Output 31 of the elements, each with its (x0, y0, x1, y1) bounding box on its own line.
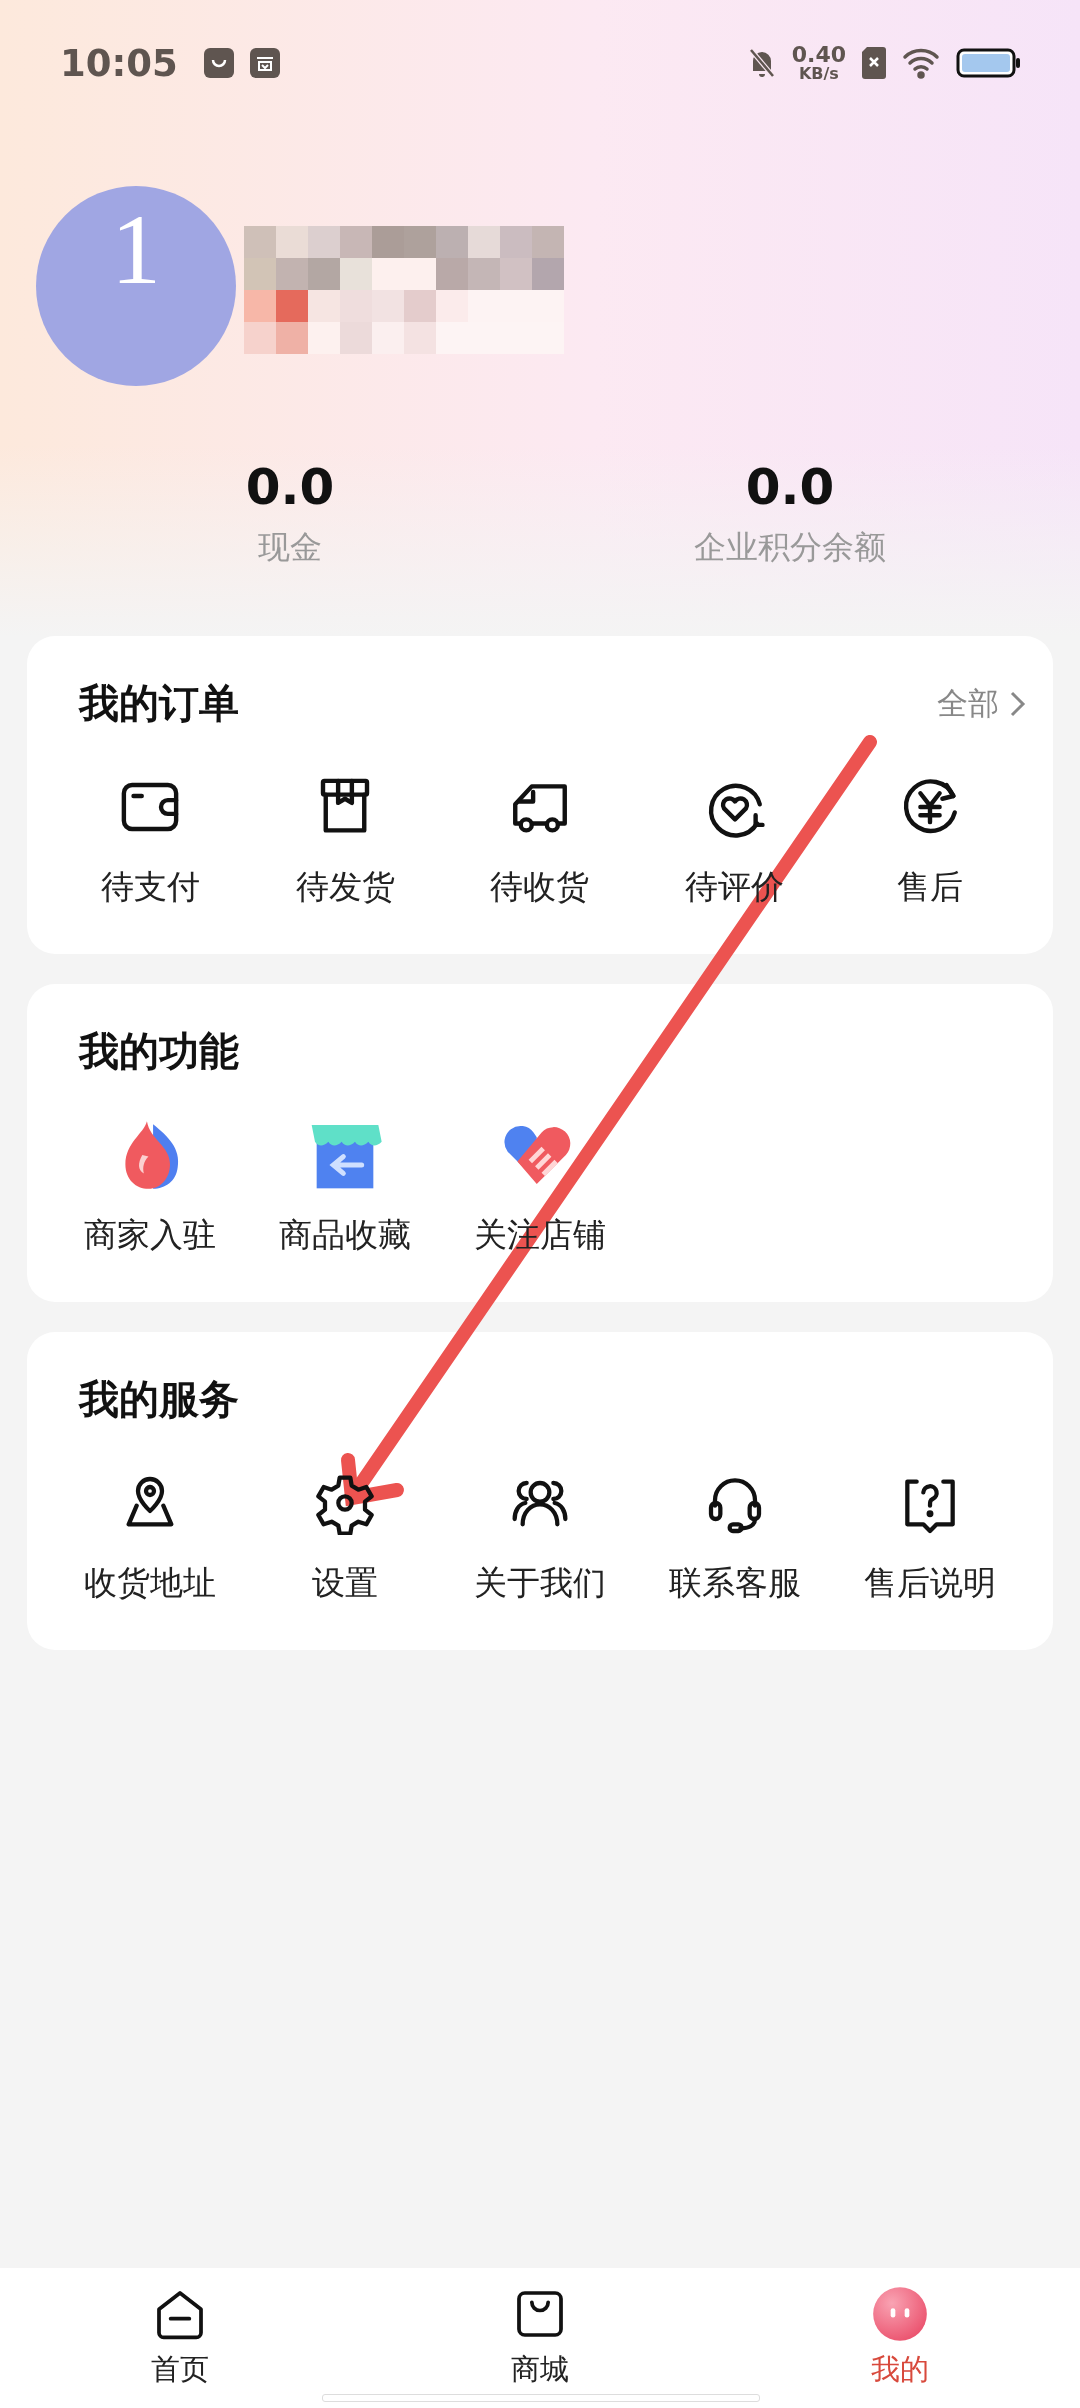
balance-value: 0.0 (245, 458, 335, 516)
face-icon (872, 2286, 928, 2342)
balance-label: 现金 (258, 527, 322, 568)
shortcut-item[interactable]: 商品收藏 (247, 1115, 443, 1258)
tab-item[interactable]: 商城 (360, 2268, 720, 2408)
shortcut-item[interactable]: 设置 (247, 1463, 443, 1606)
shortcut-item[interactable]: 待收货 (442, 767, 638, 910)
shortcut-item[interactable]: 商家入驻 (53, 1115, 248, 1258)
shortcut-item[interactable]: 收货地址 (53, 1463, 248, 1606)
network-speed: 0.40 KB/s (791, 44, 846, 82)
section-title: 我的服务 (79, 1375, 239, 1424)
app-notification-icon (249, 48, 280, 78)
battery-icon (956, 47, 1022, 79)
shortcut-item[interactable]: 售后说明 (832, 1463, 1027, 1606)
section-title: 我的功能 (79, 1027, 239, 1076)
shortcut-item[interactable]: 售后 (832, 767, 1027, 910)
shortcut-item[interactable]: 关于我们 (442, 1463, 638, 1606)
balance-value: 0.0 (745, 458, 835, 516)
tab-item[interactable]: 首页 (0, 2268, 360, 2408)
shortcut-item[interactable]: 待发货 (247, 767, 443, 910)
shortcut-item[interactable]: 联系客服 (637, 1463, 833, 1606)
balance-label: 企业积分余额 (694, 527, 886, 568)
section-title: 我的订单 (79, 679, 239, 728)
bell-off-icon (747, 47, 776, 79)
tab-item[interactable]: 我的 (720, 2268, 1080, 2408)
view-all-link[interactable]: 全部 (937, 682, 1027, 725)
wifi-icon (902, 47, 940, 79)
app-notification-icon (203, 48, 234, 78)
sim-icon (862, 47, 886, 79)
shortcut-item[interactable]: 待支付 (53, 767, 248, 910)
status-time: 10:05 (60, 41, 178, 85)
